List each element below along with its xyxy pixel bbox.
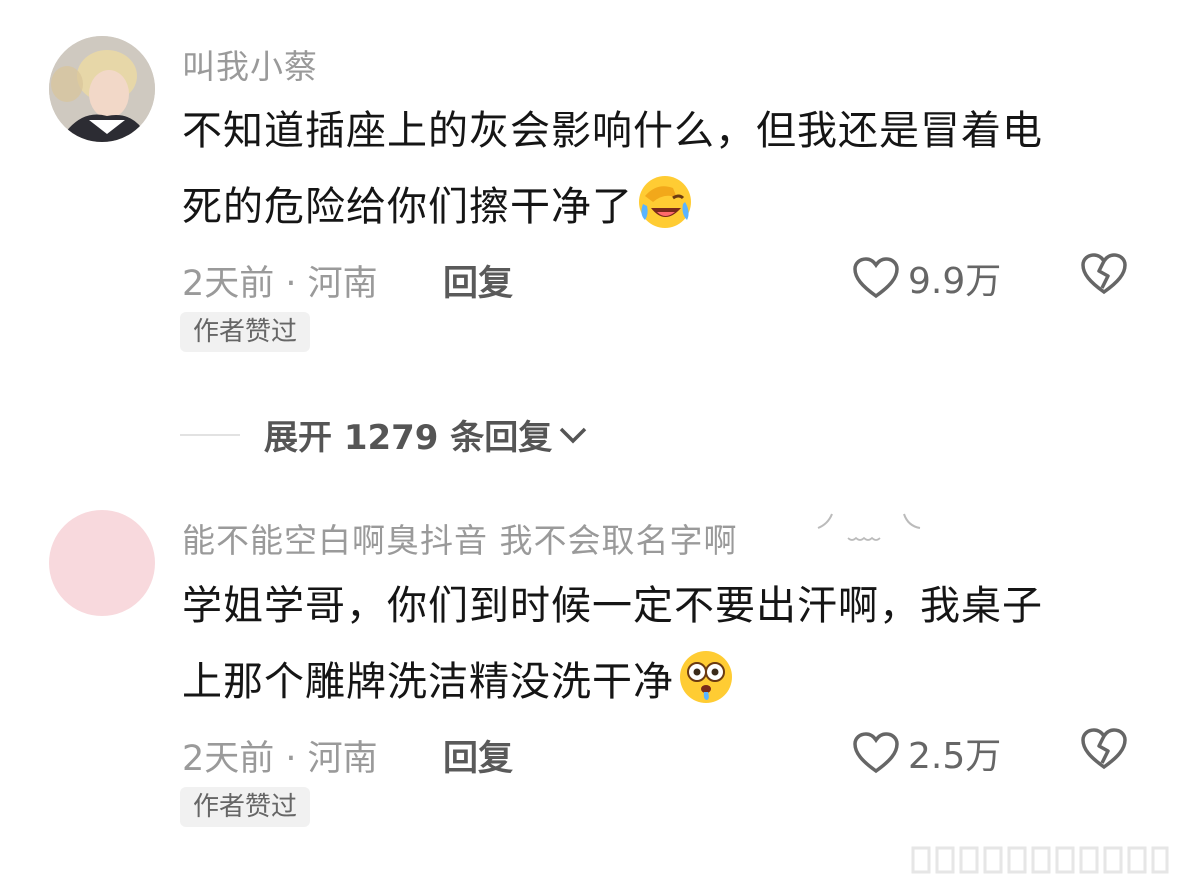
comment-text-line: 学姐学哥，你们到时候一定不要出汗啊，我桌子 [182,583,1043,629]
dislike-button[interactable] [1080,727,1128,775]
watermark [911,846,1169,874]
comment-text-line-content: 死的危险给你们擦干净了 [182,184,633,230]
laughing-crying-emoji-icon [637,174,693,230]
author-liked-badge: 作者赞过 [180,312,311,352]
comment-text-line-content: 上那个雕牌洗洁精没洗干净 [182,659,674,705]
comment-text-line: 不知道插座上的灰会影响什么，但我还是冒着电 [182,108,1043,154]
comment-meta: 2天前 · 河南 [182,264,378,304]
reply-button[interactable]: 回复 [443,730,513,781]
username[interactable]: 能不能空白啊臭抖音 我不会取名字啊 [182,514,738,562]
comment-text-line-2: 死的危险给你们擦干净了 [182,169,1122,245]
expand-replies-button[interactable]: 展开 1279 条回复 [180,410,590,459]
avatar[interactable] [49,36,155,142]
dislike-button[interactable] [1080,252,1128,300]
username[interactable]: 叫我小蔡 [182,40,318,88]
comment-text-line-2: 上那个雕牌洗洁精没洗干净 [182,644,1122,720]
like-count: 2.5万 [908,736,1002,777]
comment-meta: 2天前 · 河南 [182,739,378,779]
like-button[interactable]: 2.5万 [852,727,1001,779]
broken-heart-icon [1081,728,1127,770]
author-liked-badge: 作者赞过 [180,787,311,827]
comment-text: 学姐学哥，你们到时候一定不要出汗啊，我桌子 上那个雕牌洗洁精没洗干净 [182,568,1122,720]
divider [180,433,240,436]
comment-text: 不知道插座上的灰会影响什么，但我还是冒着电 死的危险给你们擦干净了 [182,93,1122,245]
expand-replies-label: 展开 1279 条回复 [264,418,553,458]
flushed-drooling-emoji-icon [678,649,734,705]
like-button[interactable]: 9.9万 [852,252,1001,304]
heart-outline-icon [853,732,899,774]
username-decoration [817,513,921,541]
broken-heart-icon [1081,253,1127,295]
like-count: 9.9万 [908,261,1002,302]
chevron-down-icon [560,427,587,443]
avatar[interactable] [49,510,155,616]
heart-outline-icon [853,257,899,299]
reply-button[interactable]: 回复 [443,255,513,306]
